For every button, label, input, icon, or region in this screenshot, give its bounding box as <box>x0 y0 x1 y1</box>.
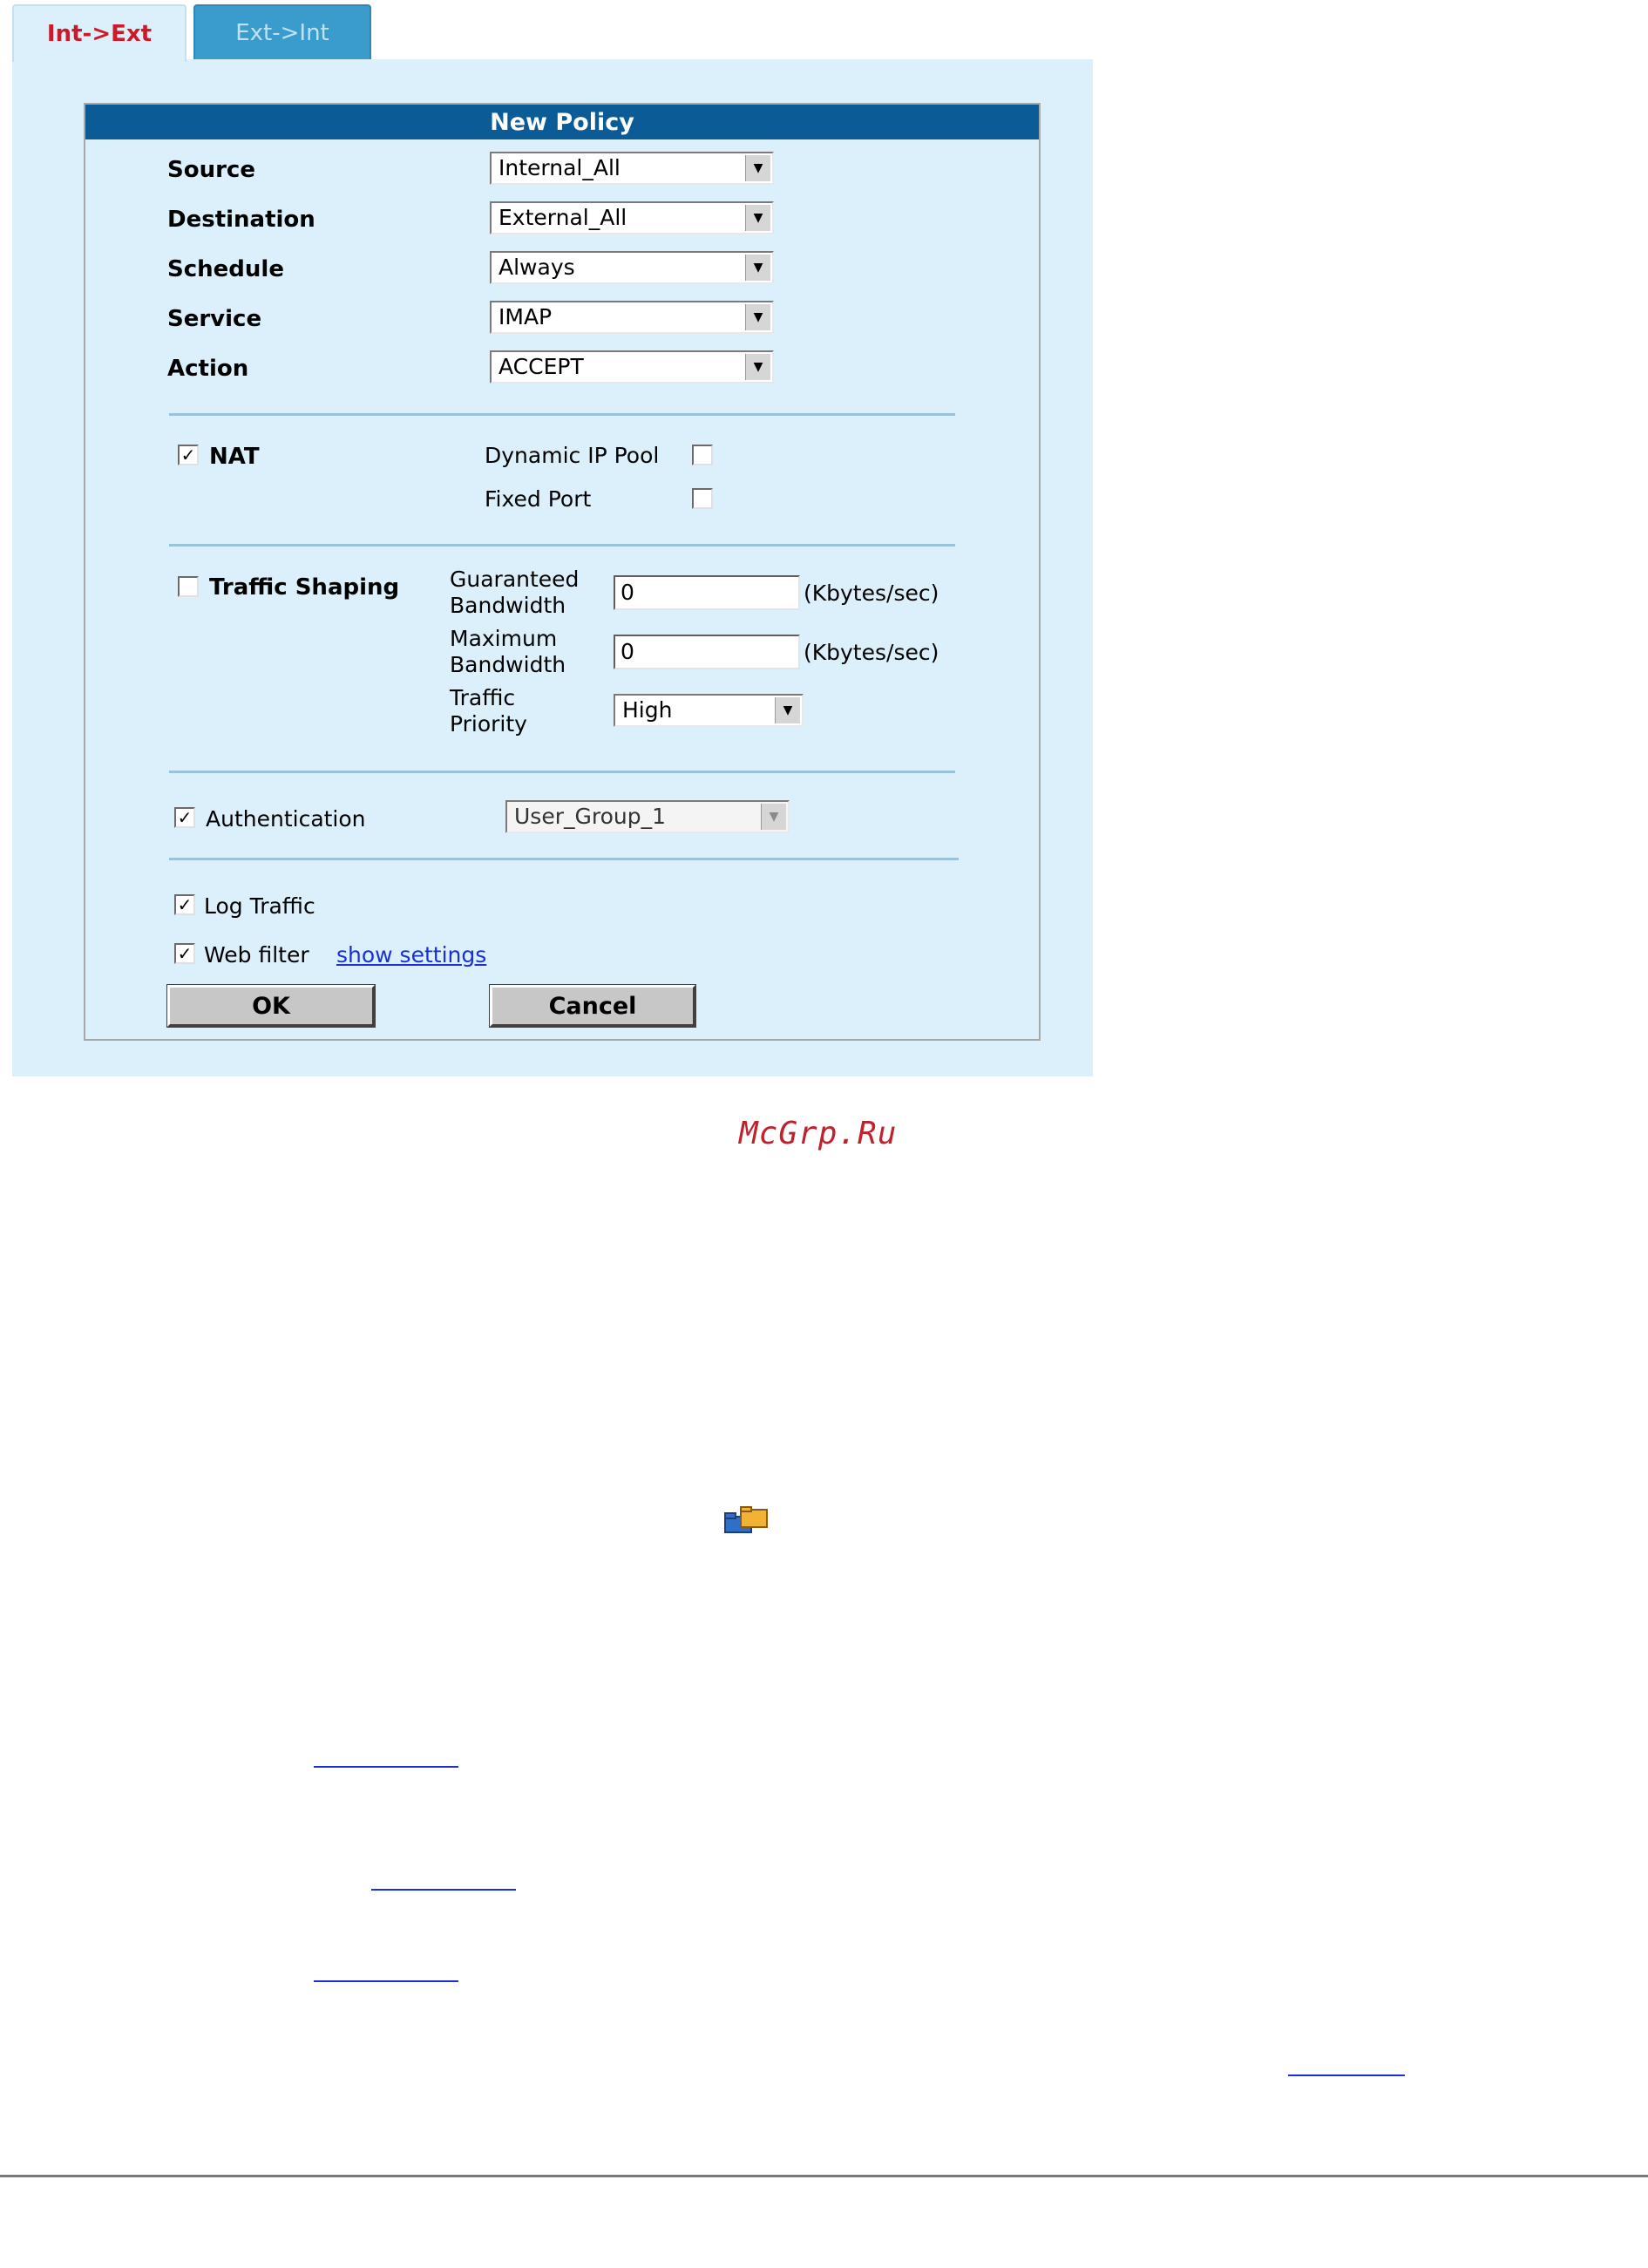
chevron-down-icon: ▼ <box>761 804 786 830</box>
tab-ext-int-label: Ext->Int <box>235 19 329 46</box>
traffic-priority-value: High <box>622 697 673 723</box>
log-traffic-label: Log Traffic <box>204 893 315 919</box>
action-label: Action <box>167 356 249 382</box>
fixed-port-label: Fixed Port <box>485 486 592 512</box>
maximum-bandwidth-label-line2: Bandwidth <box>450 652 566 677</box>
service-label: Service <box>167 306 262 332</box>
cancel-button[interactable]: Cancel <box>489 984 696 1028</box>
service-value: IMAP <box>498 304 553 329</box>
source-select[interactable]: Internal_All ▼ <box>490 152 774 185</box>
destination-label: Destination <box>167 207 315 233</box>
guaranteed-bandwidth-input[interactable]: 0 <box>614 575 800 610</box>
divider <box>169 858 959 860</box>
source-label: Source <box>167 157 255 183</box>
schedule-label: Schedule <box>167 256 284 282</box>
maximum-bandwidth-unit: (Kbytes/sec) <box>804 640 939 665</box>
schedule-select[interactable]: Always ▼ <box>490 251 774 284</box>
source-value: Internal_All <box>498 155 621 180</box>
traffic-priority-select[interactable]: High ▼ <box>614 694 804 727</box>
ok-button[interactable]: OK <box>166 984 376 1028</box>
form-title: New Policy <box>85 105 1039 139</box>
maximum-bandwidth-label-line1: Maximum <box>450 626 558 651</box>
traffic-priority-label-line2: Priority <box>450 711 527 737</box>
tab-int-ext-label: Int->Ext <box>46 21 153 47</box>
link-underline[interactable] <box>314 1766 458 1768</box>
guaranteed-bandwidth-label-line1: Guaranteed <box>450 567 580 592</box>
authentication-label: Authentication <box>206 806 366 832</box>
destination-value: External_All <box>498 205 627 230</box>
service-select[interactable]: IMAP ▼ <box>490 301 774 334</box>
tab-ext-int[interactable]: Ext->Int <box>193 4 371 59</box>
divider <box>169 413 955 416</box>
authentication-group-select[interactable]: User_Group_1 ▼ <box>505 800 790 833</box>
maximum-bandwidth-input[interactable]: 0 <box>614 635 800 669</box>
nat-checkbox[interactable]: ✓ <box>178 445 199 465</box>
divider <box>169 771 955 773</box>
web-filter-checkbox[interactable]: ✓ <box>174 943 195 964</box>
traffic-shaping-label: Traffic Shaping <box>209 574 400 601</box>
show-settings-link[interactable]: show settings <box>336 942 486 968</box>
dynamic-ip-pool-checkbox[interactable] <box>692 445 713 465</box>
link-underline[interactable] <box>371 1889 516 1891</box>
guaranteed-bandwidth-unit: (Kbytes/sec) <box>804 581 939 606</box>
watermark: McGrp.Ru <box>739 1116 898 1151</box>
chevron-down-icon: ▼ <box>775 697 800 723</box>
traffic-shaping-checkbox[interactable] <box>178 576 199 597</box>
folder-multiple-icon[interactable] <box>723 1506 770 1539</box>
dynamic-ip-pool-label: Dynamic IP Pool <box>485 443 660 468</box>
fixed-port-checkbox[interactable] <box>692 488 713 509</box>
log-traffic-checkbox[interactable]: ✓ <box>174 894 195 915</box>
nat-label: NAT <box>209 444 260 470</box>
action-value: ACCEPT <box>498 354 584 379</box>
chevron-down-icon: ▼ <box>745 304 770 330</box>
link-underline[interactable] <box>1288 2074 1405 2076</box>
divider <box>169 544 955 547</box>
tab-int-ext[interactable]: Int->Ext <box>12 4 187 62</box>
chevron-down-icon: ▼ <box>745 205 770 231</box>
link-underline[interactable] <box>314 1980 458 1982</box>
schedule-value: Always <box>498 255 575 280</box>
action-select[interactable]: ACCEPT ▼ <box>490 350 774 384</box>
chevron-down-icon: ▼ <box>745 155 770 181</box>
page-divider <box>0 2175 1648 2177</box>
web-filter-label: Web filter <box>204 942 309 968</box>
traffic-priority-label-line1: Traffic <box>450 685 516 710</box>
chevron-down-icon: ▼ <box>745 255 770 281</box>
authentication-checkbox[interactable]: ✓ <box>174 807 195 828</box>
chevron-down-icon: ▼ <box>745 354 770 380</box>
destination-select[interactable]: External_All ▼ <box>490 201 774 234</box>
authentication-group-value: User_Group_1 <box>514 804 666 829</box>
guaranteed-bandwidth-label-line2: Bandwidth <box>450 593 566 618</box>
